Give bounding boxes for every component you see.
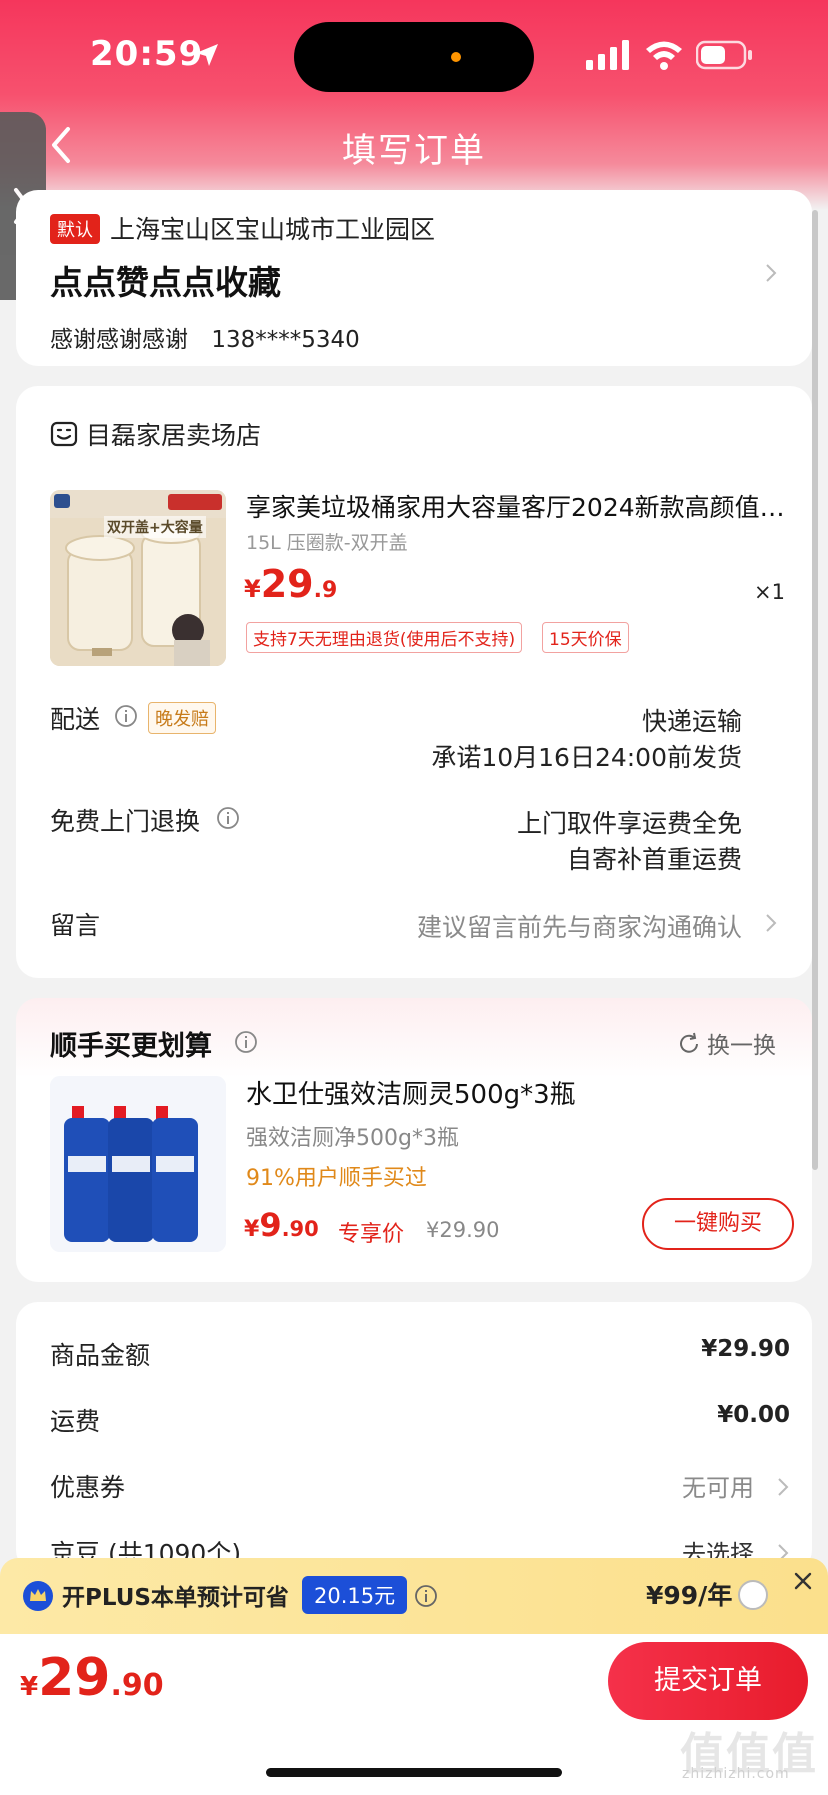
status-bar: 20:59: [0, 0, 828, 110]
delivery-label: 配送: [50, 705, 101, 734]
summary-label: 商品金额: [50, 1341, 151, 1370]
addon-original-price: ¥29.90: [426, 1218, 500, 1242]
nav-bar: 填写订单: [0, 115, 828, 175]
price-integer: 9: [259, 1206, 282, 1244]
free-return-line2: 自寄补首重运费: [566, 845, 742, 874]
price-currency: ¥: [20, 1672, 39, 1702]
price-protect-tag: 15天价保: [542, 622, 629, 653]
message-input[interactable]: 建议留言前先与商家沟通确认: [417, 908, 742, 944]
price-currency: ¥: [244, 575, 261, 603]
refresh-icon: [680, 1032, 698, 1053]
refresh-button[interactable]: 换一换: [677, 1026, 776, 1060]
recipient-phone: 138****5340: [211, 327, 360, 353]
address-detail: 点点赞点点收藏: [50, 263, 281, 302]
page-title: 填写订单: [342, 131, 486, 171]
plus-promo-text: 开PLUS本单预计可省: [62, 1585, 289, 1611]
price-decimal: .90: [281, 1217, 319, 1241]
dynamic-island: [294, 22, 534, 92]
plus-savings-amount: 20.15元: [302, 1576, 408, 1614]
close-icon[interactable]: [790, 1568, 816, 1594]
shop-name[interactable]: 目磊家居卖场店: [86, 416, 261, 452]
addon-card: 顺手买更划算 换一换 水卫仕强效洁厕灵500g*3瓶 强效洁厕净500g*3瓶 …: [16, 998, 812, 1282]
price-summary-card: 商品金额 ¥29.90 运费 ¥0.00 优惠券 无可用 京豆 (共1090个)…: [16, 1302, 812, 1572]
refresh-label: 换一换: [707, 1033, 776, 1059]
wifi-icon: [646, 41, 682, 70]
one-click-buy-button[interactable]: 一键购买: [642, 1198, 794, 1250]
battery-icon: [696, 40, 752, 70]
price-currency: ¥: [244, 1217, 260, 1242]
product-image[interactable]: 双开盖+大容量: [50, 490, 226, 666]
order-total: ¥29.90: [20, 1648, 164, 1708]
address-region: 上海宝山区宝山城市工业园区: [110, 215, 436, 244]
addon-product-subtitle: 强效洁厕净500g*3瓶: [246, 1126, 459, 1151]
price-integer: 29: [260, 562, 314, 606]
watermark-url: zhizhizhi.com: [682, 1766, 790, 1782]
price-integer: 29: [38, 1648, 111, 1708]
chevron-right-icon: [766, 914, 777, 932]
summary-label: 运费: [50, 1407, 101, 1436]
recording-dot-icon: [451, 52, 461, 62]
summary-row-coupon[interactable]: 优惠券 无可用: [50, 1468, 790, 1508]
late-compensation-badge: 晚发赔: [148, 702, 216, 734]
product-quantity: ×1: [754, 580, 785, 604]
free-return-label: 免费上门退换: [50, 807, 201, 836]
checkout-bar: ¥29.90 提交订单 值值值 zhizhizhi.com: [0, 1634, 828, 1795]
order-card: 目磊家居卖场店 双开盖+大容量 享家美垃圾桶家用大容量客厅2024新款高颜值卫生…: [16, 386, 812, 978]
plus-select-radio[interactable]: [738, 1580, 768, 1610]
addon-price: ¥9.90: [244, 1206, 319, 1244]
home-indicator[interactable]: [266, 1768, 562, 1777]
location-arrow-icon: [196, 44, 218, 66]
chevron-right-icon: [766, 264, 777, 282]
addon-product-name[interactable]: 水卫仕强效洁厕灵500g*3瓶: [246, 1074, 576, 1111]
addon-title: 顺手买更划算: [50, 1031, 212, 1062]
recipient-name: 感谢感谢感谢: [50, 327, 188, 353]
summary-row-shipping: 运费 ¥0.00: [50, 1402, 790, 1442]
info-icon[interactable]: [234, 1030, 258, 1054]
toilet-cleaner-photo: [50, 1076, 226, 1252]
addon-product-image[interactable]: [50, 1076, 226, 1252]
info-icon[interactable]: [414, 1584, 438, 1608]
address-card[interactable]: 默认 上海宝山区宝山城市工业园区 点点赞点点收藏 感谢感谢感谢 138****5…: [16, 190, 812, 366]
product-price: ¥29.9: [244, 562, 337, 606]
submit-order-button[interactable]: 提交订单: [608, 1642, 808, 1720]
product-image-caption: 双开盖+大容量: [104, 516, 206, 538]
address-contact: 感谢感谢感谢 138****5340: [50, 320, 360, 354]
summary-value: ¥0.00: [717, 1402, 790, 1428]
info-icon[interactable]: [216, 806, 240, 830]
cellular-signal-icon: [586, 40, 629, 70]
free-return-line1: 上门取件享运费全免: [516, 809, 742, 838]
addon-social-proof: 91%用户顺手买过: [246, 1166, 427, 1191]
message-label: 留言: [50, 911, 101, 940]
price-decimal: .9: [313, 578, 338, 603]
status-time: 20:59: [90, 34, 204, 74]
plus-price: ¥99/年: [646, 1581, 733, 1610]
summary-value: ¥29.90: [701, 1336, 790, 1362]
product-title[interactable]: 享家美垃圾桶家用大容量客厅2024新款高颜值卫生间厨房: [246, 488, 786, 524]
delivery-promise: 承诺10月16日24:00前发货: [431, 743, 742, 772]
info-icon[interactable]: [114, 704, 138, 728]
chevron-right-icon: [778, 1478, 789, 1496]
plus-membership-bar[interactable]: 开PLUS本单预计可省 20.15元 ¥99/年: [0, 1558, 828, 1634]
exclusive-price-label: 专享价: [338, 1222, 405, 1247]
shop-icon: [50, 421, 78, 447]
delivery-method: 快递运输: [641, 707, 742, 736]
default-badge: 默认: [50, 214, 100, 244]
summary-label: 优惠券: [50, 1473, 126, 1502]
product-spec[interactable]: 15L 压圈款-双开盖: [246, 528, 408, 555]
price-decimal: .90: [110, 1668, 164, 1703]
summary-row-goods: 商品金额 ¥29.90: [50, 1336, 790, 1376]
scrollbar[interactable]: [812, 210, 818, 1170]
return-policy-tag: 支持7天无理由退货(使用后不支持): [246, 622, 523, 653]
crown-icon: [23, 1581, 53, 1611]
summary-value: 无可用: [682, 1474, 754, 1502]
